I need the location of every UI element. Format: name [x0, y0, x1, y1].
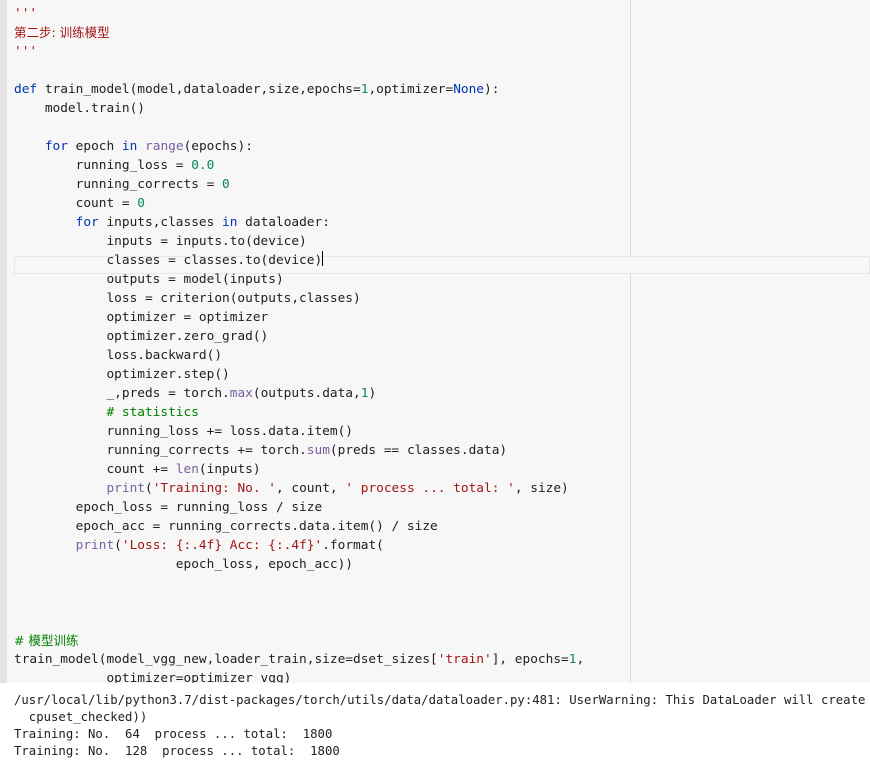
code-line[interactable]: inputs = inputs.to(device)	[14, 232, 584, 251]
code-line[interactable]: running_corrects = 0	[14, 175, 584, 194]
code-line[interactable]: optimizer=optimizer_vgg)	[14, 669, 584, 683]
line-length-ruler	[630, 0, 631, 683]
text-cursor	[322, 251, 324, 266]
code-line[interactable]: '''	[14, 42, 584, 61]
output-line: Training: No. 128 process ... total: 180…	[14, 744, 340, 758]
code-line[interactable]: classes = classes.to(device)	[14, 251, 584, 270]
code-line[interactable]	[14, 574, 584, 593]
code-editor[interactable]: ''' 第二步: 训练模型 ''' def train_model(model,da…	[14, 4, 584, 683]
code-line[interactable]: optimizer.zero_grad()	[14, 327, 584, 346]
code-line[interactable]: loss.backward()	[14, 346, 584, 365]
code-line[interactable]: _,preds = torch.max(outputs.data,1)	[14, 384, 584, 403]
code-line[interactable]: # statistics	[14, 403, 584, 422]
code-line[interactable]: print('Loss: {:.4f} Acc: {:.4f}'.format(	[14, 536, 584, 555]
output-line: cpuset_checked))	[14, 710, 148, 724]
code-cell[interactable]: ''' 第二步: 训练模型 ''' def train_model(model,da…	[0, 0, 870, 683]
code-line[interactable]: count = 0	[14, 194, 584, 213]
code-line[interactable]: for inputs,classes in dataloader:	[14, 213, 584, 232]
code-line[interactable]	[14, 61, 584, 80]
cell-output: /usr/local/lib/python3.7/dist-packages/t…	[14, 692, 870, 760]
code-line[interactable]: def train_model(model,dataloader,size,ep…	[14, 80, 584, 99]
code-line[interactable]: epoch_loss = running_loss / size	[14, 498, 584, 517]
code-line[interactable]: for epoch in range(epochs):	[14, 137, 584, 156]
code-line[interactable]: optimizer.step()	[14, 365, 584, 384]
code-line[interactable]	[14, 593, 584, 612]
code-line[interactable]: train_model(model_vgg_new,loader_train,s…	[14, 650, 584, 669]
code-line[interactable]: outputs = model(inputs)	[14, 270, 584, 289]
code-line[interactable]: running_loss = 0.0	[14, 156, 584, 175]
code-line[interactable]: model.train()	[14, 99, 584, 118]
code-line[interactable]: running_loss += loss.data.item()	[14, 422, 584, 441]
code-line[interactable]: loss = criterion(outputs,classes)	[14, 289, 584, 308]
code-line[interactable]: print('Training: No. ', count, ' process…	[14, 479, 584, 498]
output-line: Training: No. 64 process ... total: 1800	[14, 727, 333, 741]
code-line[interactable]: '''	[14, 4, 584, 23]
output-line: /usr/local/lib/python3.7/dist-packages/t…	[14, 693, 866, 707]
code-line[interactable]	[14, 118, 584, 137]
code-line[interactable]: 第二步: 训练模型	[14, 23, 584, 42]
code-line[interactable]	[14, 612, 584, 631]
code-line[interactable]: optimizer = optimizer	[14, 308, 584, 327]
code-line[interactable]: epoch_loss, epoch_acc))	[14, 555, 584, 574]
code-line[interactable]: epoch_acc = running_corrects.data.item()…	[14, 517, 584, 536]
code-line[interactable]: running_corrects += torch.sum(preds == c…	[14, 441, 584, 460]
cell-gutter	[0, 0, 7, 683]
code-line[interactable]: count += len(inputs)	[14, 460, 584, 479]
code-line[interactable]: # 模型训练	[14, 631, 584, 650]
